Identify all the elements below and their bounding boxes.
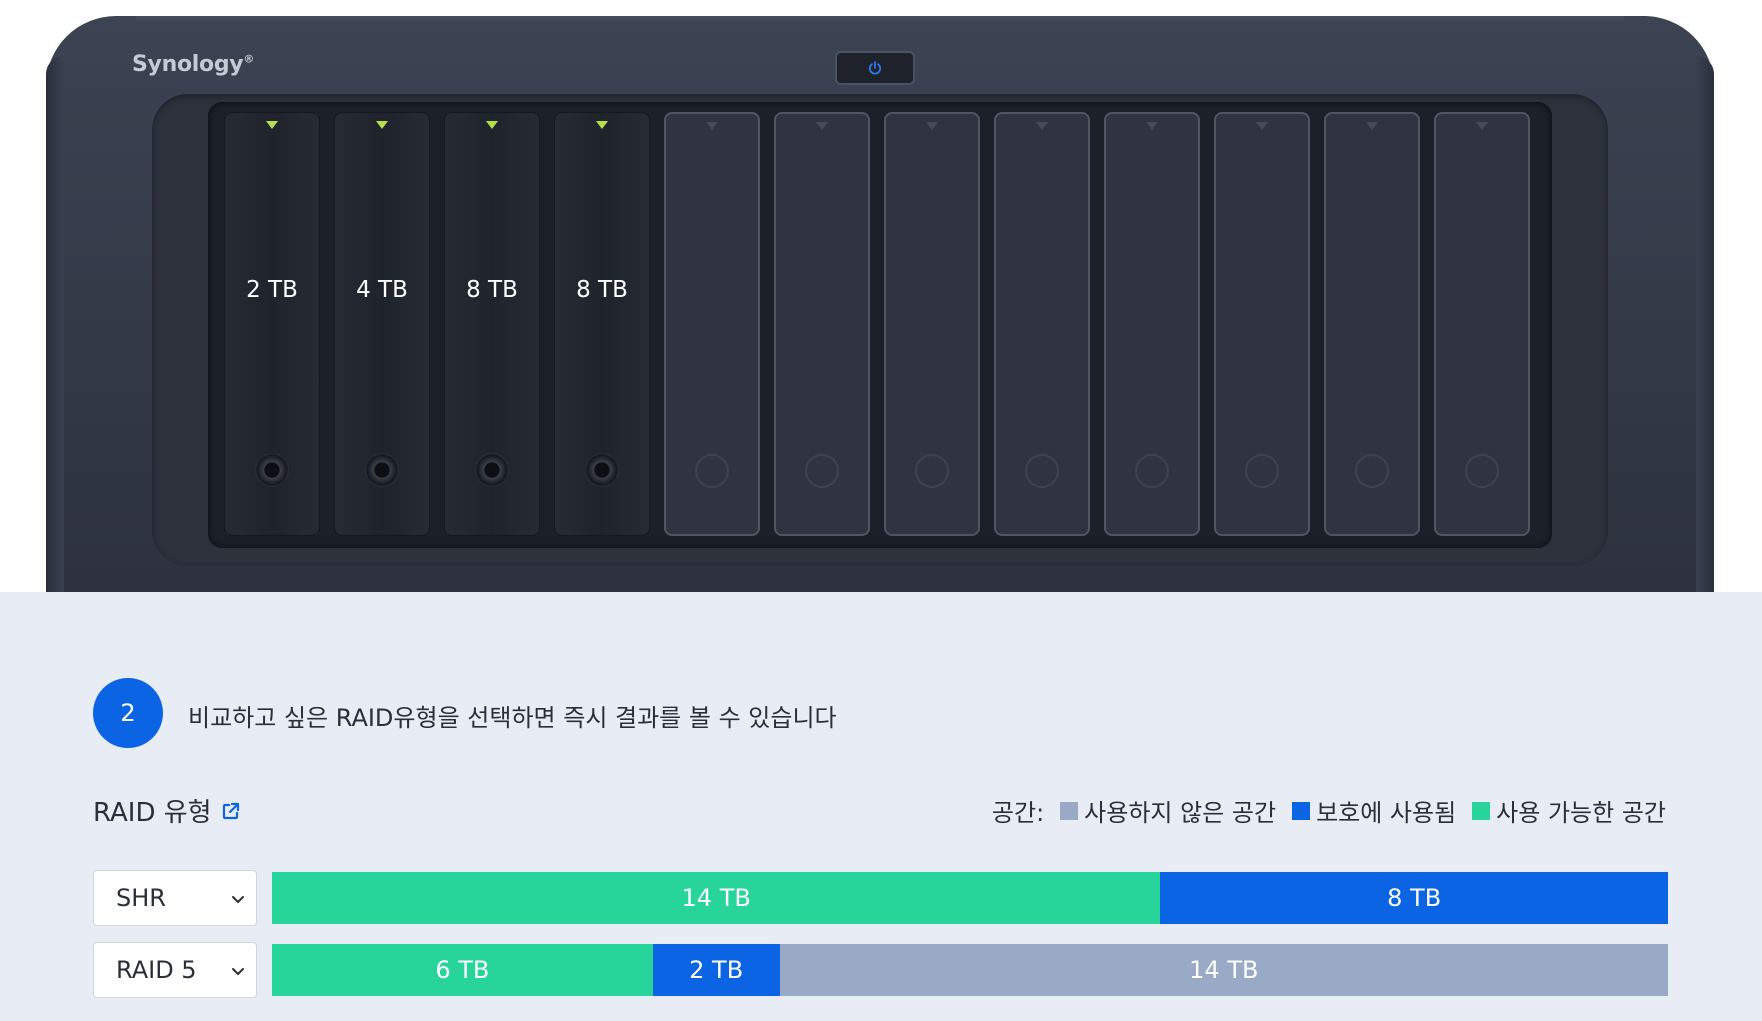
power-icon <box>868 61 882 75</box>
raid-type-select[interactable]: SHR <box>93 870 257 926</box>
drive-bay-empty[interactable] <box>774 112 870 536</box>
external-link-icon[interactable] <box>220 800 242 822</box>
nas-right-edge <box>1696 56 1714 592</box>
raid-type-heading: RAID 유형 <box>93 792 242 829</box>
drive-lock-icon <box>585 453 619 487</box>
drive-bay-empty[interactable] <box>1324 112 1420 536</box>
capacity-bar: 14 TB 8 TB <box>272 872 1668 924</box>
legend-label-protection: 보호에 사용됨 <box>1316 799 1457 827</box>
drive-capacity: 4 TB <box>356 277 408 303</box>
space-legend: 공간: 사용하지 않은 공간 보호에 사용됨 사용 가능한 공간 <box>992 793 1666 828</box>
nas-top-shine <box>136 16 1624 22</box>
drive-bay-installed[interactable]: 2 TB <box>224 112 320 536</box>
power-button[interactable] <box>835 51 915 85</box>
raid-type-label: RAID 유형 <box>93 798 212 828</box>
raid-type-select[interactable]: RAID 5 <box>93 942 257 998</box>
drive-bay-empty[interactable] <box>994 112 1090 536</box>
raid-row-raid5: RAID 5 6 TB 2 TB 14 TB <box>93 942 1668 998</box>
drive-led-icon <box>1366 122 1378 130</box>
raid-type-value: RAID 5 <box>116 956 197 984</box>
drive-bay-empty[interactable] <box>664 112 760 536</box>
chevron-down-icon <box>232 896 244 903</box>
legend-swatch-protection <box>1292 801 1311 820</box>
drive-lock-icon <box>915 454 949 488</box>
nas-left-edge <box>46 56 64 592</box>
drive-led-icon <box>1476 122 1488 130</box>
brand-logo: Synology® <box>132 52 254 77</box>
chevron-down-icon <box>232 968 244 975</box>
drive-led-icon <box>486 121 498 129</box>
drive-led-icon <box>926 122 938 130</box>
drive-led-icon <box>1146 122 1158 130</box>
drive-lock-icon <box>1025 454 1059 488</box>
drive-bay-empty[interactable] <box>1434 112 1530 536</box>
bar-segment-available: 14 TB <box>272 872 1161 924</box>
drive-bay-installed[interactable]: 8 TB <box>444 112 540 536</box>
legend-item-protection: 보호에 사용됨 <box>1292 793 1456 828</box>
raid-type-value: SHR <box>116 884 166 912</box>
brand-name: Synology <box>132 52 244 77</box>
legend-label-unused: 사용하지 않은 공간 <box>1084 799 1277 827</box>
drive-bay-empty[interactable] <box>1104 112 1200 536</box>
bar-segment-available: 6 TB <box>272 944 653 996</box>
drive-led-icon <box>1036 122 1048 130</box>
drive-lock-icon <box>1355 454 1389 488</box>
drive-lock-icon <box>695 454 729 488</box>
drive-led-icon <box>596 121 608 129</box>
legend-item-unused: 사용하지 않은 공간 <box>1060 793 1276 828</box>
drive-bay-empty[interactable] <box>1214 112 1310 536</box>
drive-led-icon <box>376 121 388 129</box>
legend-swatch-unused <box>1060 801 1079 820</box>
drive-capacity: 2 TB <box>246 277 298 303</box>
drive-lock-icon <box>365 453 399 487</box>
drive-lock-icon <box>255 453 289 487</box>
step-instruction: 비교하고 싶은 RAID유형을 선택하면 즉시 결과를 볼 수 있습니다 <box>188 704 837 732</box>
bar-segment-unused: 14 TB <box>779 944 1668 996</box>
raid-row-shr: SHR 14 TB 8 TB <box>93 870 1668 926</box>
legend-item-available: 사용 가능한 공간 <box>1472 793 1666 828</box>
drive-lock-icon <box>1465 454 1499 488</box>
drive-lock-icon <box>805 454 839 488</box>
step-badge: 2 <box>93 678 163 748</box>
drive-lock-icon <box>1245 454 1279 488</box>
drive-lock-icon <box>1135 454 1169 488</box>
drive-lock-icon <box>475 453 509 487</box>
drive-capacity: 8 TB <box>576 277 628 303</box>
drive-capacity: 8 TB <box>466 277 518 303</box>
drive-led-icon <box>1256 122 1268 130</box>
capacity-bar: 6 TB 2 TB 14 TB <box>272 944 1668 996</box>
legend-label-available: 사용 가능한 공간 <box>1496 799 1666 827</box>
legend-swatch-available <box>1472 801 1491 820</box>
bar-segment-protection: 8 TB <box>1160 872 1668 924</box>
brand-mark: ® <box>243 52 255 66</box>
drive-led-icon <box>266 121 278 129</box>
legend-title: 공간: <box>991 799 1045 827</box>
drive-led-icon <box>816 122 828 130</box>
drive-bay-empty[interactable] <box>884 112 980 536</box>
drive-bay-installed[interactable]: 4 TB <box>334 112 430 536</box>
bar-segment-protection: 2 TB <box>652 944 780 996</box>
drive-led-icon <box>706 122 718 130</box>
drive-bay-installed[interactable]: 8 TB <box>554 112 650 536</box>
raid-config-panel: 2 비교하고 싶은 RAID유형을 선택하면 즉시 결과를 볼 수 있습니다 R… <box>0 592 1762 1021</box>
